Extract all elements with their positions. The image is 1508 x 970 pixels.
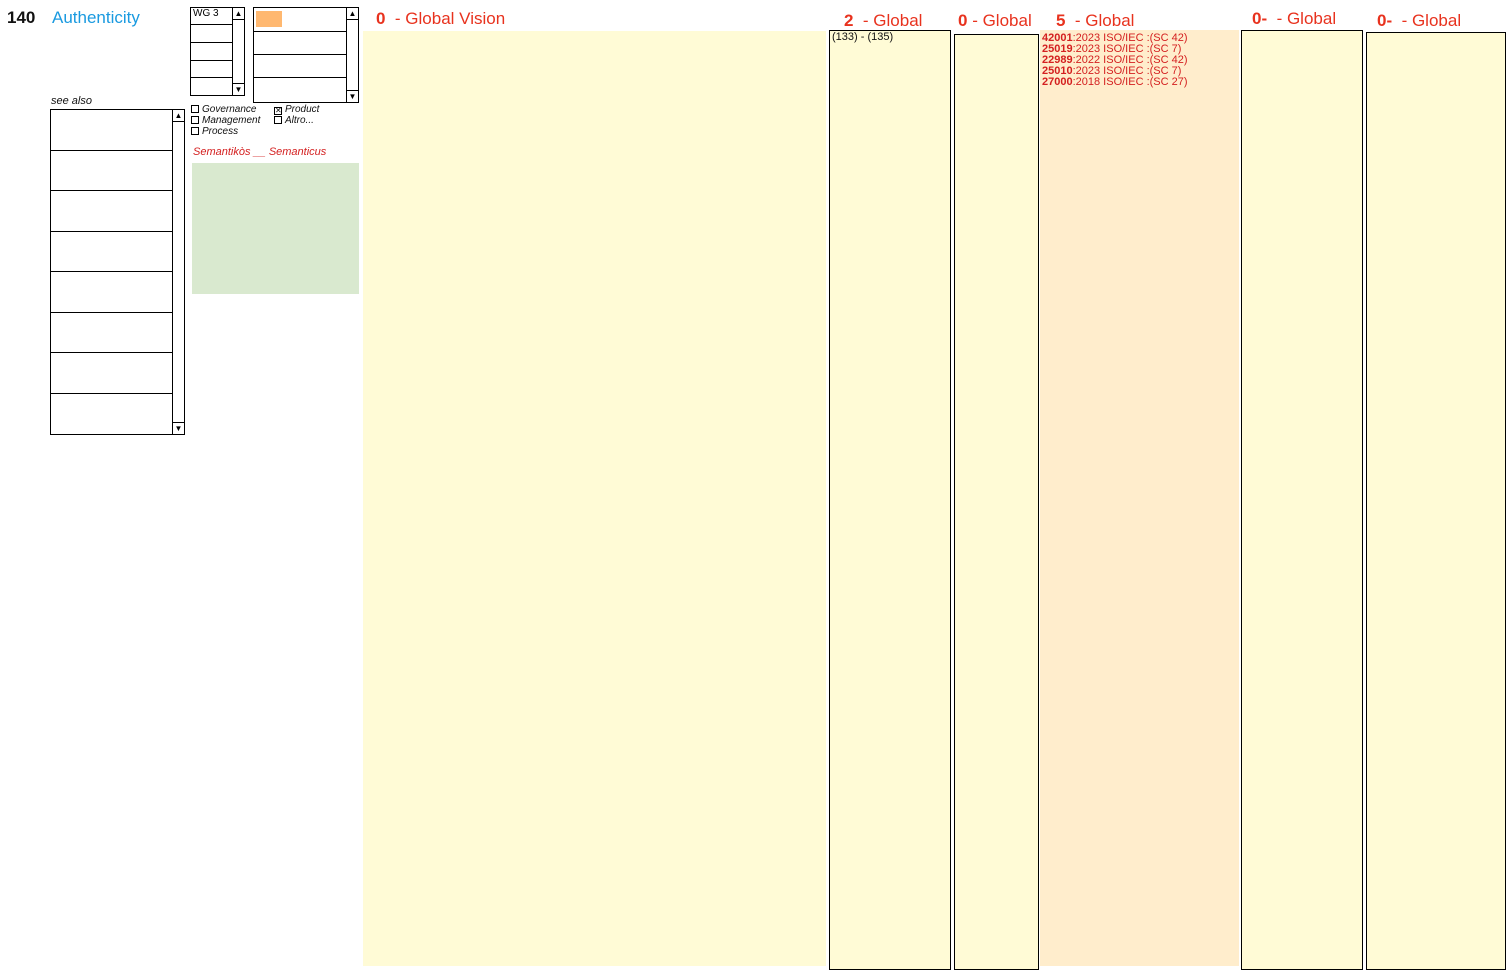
global-vision-header: 0 - Global Vision (376, 9, 505, 29)
category-management[interactable]: Management (191, 115, 260, 126)
altro-label: Altro... (285, 115, 314, 126)
see-also-listbox[interactable]: ▲ ▼ (50, 109, 185, 435)
scroll-down-icon[interactable]: ▼ (233, 83, 244, 95)
wg-scrollbar[interactable]: ▲ ▼ (232, 8, 244, 95)
column5-header: 0- - Global (1252, 9, 1336, 29)
working-group-listbox[interactable]: WG 3 ▲ ▼ (190, 7, 245, 96)
see-also-label: see also (51, 95, 92, 107)
altro-checkbox[interactable] (274, 116, 282, 124)
wg-list-item[interactable] (191, 43, 232, 61)
column2-count: 2 (844, 11, 854, 30)
process-checkbox[interactable] (191, 127, 199, 135)
color-swatch (256, 11, 282, 27)
column5-panel[interactable] (1241, 30, 1363, 970)
color-list-item[interactable] (254, 55, 346, 78)
scroll-down-icon[interactable]: ▼ (347, 90, 358, 102)
process-label: Process (202, 126, 239, 137)
see-also-item[interactable] (51, 394, 172, 434)
see-also-item[interactable] (51, 151, 172, 191)
product-checkbox[interactable]: ✕ (274, 107, 282, 115)
see-also-item[interactable] (51, 313, 172, 353)
see-also-item[interactable] (51, 110, 172, 151)
column6-label: - Global (1401, 11, 1462, 30)
scroll-up-icon[interactable]: ▲ (233, 8, 244, 20)
color-list-item[interactable] (254, 32, 346, 55)
wg-list-item[interactable]: WG 3 (191, 8, 232, 25)
column2-panel[interactable]: (133) - (135) (829, 30, 951, 970)
scroll-down-icon[interactable]: ▼ (173, 422, 184, 434)
column6-header: 0- - Global (1377, 11, 1461, 31)
column4-count: 5 (1056, 11, 1066, 30)
category-governance[interactable]: Governance (191, 104, 256, 115)
global-vision-count: 0 (376, 9, 386, 28)
standards-panel[interactable]: 42001:2023 ISO/IEC :(SC 42) 25019:2023 I… (1040, 30, 1239, 966)
standard-item[interactable]: 27000:2018 ISO/IEC :(SC 27) (1042, 77, 1239, 88)
wg-list-item[interactable] (191, 78, 232, 95)
see-also-scrollbar[interactable]: ▲ ▼ (172, 110, 184, 434)
column3-panel[interactable] (954, 34, 1039, 970)
scroll-up-icon[interactable]: ▲ (173, 110, 184, 122)
color-list-item[interactable] (254, 78, 346, 102)
column3-header: 0 - Global (958, 11, 1032, 31)
see-also-item[interactable] (51, 232, 172, 272)
wg-list-item[interactable] (191, 25, 232, 43)
column3-label: - Global (972, 11, 1032, 30)
color-listbox[interactable]: ▲ ▼ (253, 7, 359, 103)
column5-count: 0- (1252, 9, 1268, 28)
column5-label: - Global (1276, 9, 1337, 28)
governance-checkbox[interactable] (191, 105, 199, 113)
scroll-up-icon[interactable]: ▲ (347, 8, 358, 20)
category-product[interactable]: ✕ Product (274, 104, 319, 115)
column2-header: 2 - Global (844, 11, 922, 31)
see-also-item[interactable] (51, 191, 172, 232)
term-title: Authenticity (52, 8, 140, 27)
color-scrollbar[interactable]: ▲ ▼ (346, 8, 358, 102)
global-vision-column[interactable] (363, 31, 826, 966)
see-also-item[interactable] (51, 272, 172, 313)
management-checkbox[interactable] (191, 116, 199, 124)
column6-count: 0- (1377, 11, 1393, 30)
column3-count: 0 (958, 11, 968, 30)
etymology-text: Semantikòs __ Semanticus (193, 146, 327, 158)
standards-list: 42001:2023 ISO/IEC :(SC 42) 25019:2023 I… (1040, 30, 1239, 88)
column6-panel[interactable] (1366, 32, 1506, 970)
see-also-item[interactable] (51, 353, 172, 394)
management-label: Management (202, 115, 261, 126)
product-label: Product (285, 104, 320, 115)
column2-label: - Global (862, 11, 923, 30)
category-process[interactable]: Process (191, 126, 238, 137)
column4-header: 5 - Global (1056, 11, 1134, 31)
governance-label: Governance (202, 104, 257, 115)
category-altro[interactable]: Altro... (274, 115, 314, 126)
definition-field[interactable] (192, 163, 359, 294)
color-list-item[interactable] (254, 8, 346, 32)
column4-label: - Global (1074, 11, 1135, 30)
column2-content: (133) - (135) (832, 31, 894, 43)
wg-list-item[interactable] (191, 61, 232, 78)
record-number: 140 (7, 8, 36, 27)
global-vision-label: - Global Vision (394, 9, 506, 28)
